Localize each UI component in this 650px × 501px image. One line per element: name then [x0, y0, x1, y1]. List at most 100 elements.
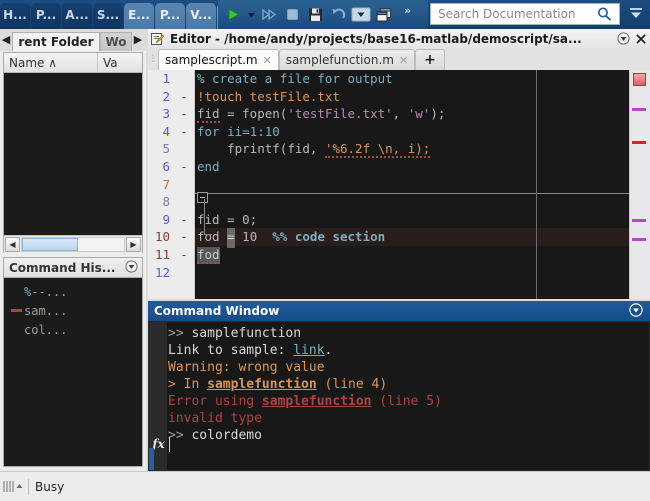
- exec-mark: [174, 70, 194, 88]
- exec-mark: -: [180, 123, 188, 139]
- exec-mark: [174, 176, 194, 194]
- editor-tab-label: samplescript.m: [165, 53, 258, 67]
- editor-tab-samplefunction[interactable]: samplefunction.m ✕: [278, 49, 416, 70]
- command-history-list[interactable]: %--... sam... col...: [3, 277, 143, 467]
- panel-tabs-scroll-left[interactable]: ◀: [0, 29, 12, 51]
- line-ref-link[interactable]: (line 4): [317, 377, 388, 392]
- warning-mark[interactable]: [632, 108, 646, 111]
- hscroll-right-button[interactable]: ▶: [126, 237, 141, 252]
- layout-button[interactable]: [373, 4, 395, 26]
- column-guide: [536, 70, 537, 299]
- editor-marker-gutter[interactable]: [629, 70, 650, 299]
- hscroll-thumb[interactable]: [22, 238, 79, 251]
- ribbon-tab-shortcuts[interactable]: S...: [93, 3, 123, 29]
- sidebar-tab-current-folder[interactable]: rent Folder: [12, 32, 100, 51]
- top-ribbon: H... P... A... S... E... P... V... » Sea…: [0, 0, 650, 29]
- hyperlink[interactable]: link: [293, 343, 324, 358]
- breakpoint-gutter[interactable]: - - - - - - -: [174, 70, 195, 299]
- editor-document-icon: [148, 32, 166, 46]
- command-history-item[interactable]: %--...: [4, 282, 142, 301]
- undo-dropdown-button[interactable]: [350, 4, 372, 26]
- code-line-5[interactable]: fprintf(fid, '%6.2f \n, i);: [195, 140, 630, 159]
- editor-tab-close-icon[interactable]: ✕: [263, 54, 272, 67]
- column-header-name[interactable]: Name ∧: [4, 53, 98, 72]
- code-line-7[interactable]: [195, 176, 630, 194]
- column-header-label: Name ∧: [9, 55, 57, 70]
- code-editor-area[interactable]: 1 2 3 4 5 6 7 8 9 10 11 12 - - - - - - -…: [148, 70, 650, 299]
- error-indicator[interactable]: [633, 73, 646, 86]
- code-token: = fopen(: [219, 106, 288, 122]
- command-history-item[interactable]: sam...: [4, 301, 142, 320]
- command-history-collapse-button[interactable]: [125, 259, 138, 276]
- search-input[interactable]: [436, 4, 596, 24]
- run-button[interactable]: [222, 4, 244, 26]
- run-dropdown-button[interactable]: [245, 4, 257, 26]
- sidebar-tab-workspace[interactable]: Wo: [100, 32, 132, 51]
- warning-mark[interactable]: [632, 238, 646, 241]
- command-history-text: %--...: [24, 284, 68, 299]
- error-mark[interactable]: [632, 141, 646, 144]
- status-text: Busy: [35, 479, 65, 494]
- keyword-token: end: [197, 158, 220, 174]
- code-line-2[interactable]: !touch testFile.txt: [195, 88, 630, 106]
- editor-tab-samplescript[interactable]: samplescript.m ✕: [158, 49, 279, 70]
- hscroll-track[interactable]: [21, 237, 125, 252]
- ribbon-tab-editor[interactable]: E...: [124, 3, 154, 29]
- line-number: 10: [154, 229, 170, 245]
- line-ref-link[interactable]: (line 5): [372, 394, 442, 409]
- ribbon-tab-home[interactable]: H...: [0, 3, 30, 29]
- code-line-3[interactable]: fid = fopen('testFile.txt', 'w');: [195, 105, 630, 124]
- stop-button[interactable]: [281, 4, 303, 26]
- command-history-text: col...: [24, 322, 68, 337]
- save-button[interactable]: [304, 4, 326, 26]
- code-fold-toggle[interactable]: [197, 192, 208, 203]
- column-header-value[interactable]: Va: [98, 53, 142, 72]
- command-history-text: sam...: [24, 303, 68, 318]
- run-and-advance-button[interactable]: [258, 4, 280, 26]
- editor-collapse-button[interactable]: [614, 32, 632, 45]
- ribbon-tab-apps[interactable]: A...: [62, 3, 92, 29]
- function-link[interactable]: samplefunction: [207, 377, 317, 392]
- ribbon-tab-plots[interactable]: P...: [31, 3, 61, 29]
- editor-tab-close-icon[interactable]: ✕: [399, 54, 408, 67]
- toolbar-overflow-label: »: [404, 4, 412, 17]
- panel-tabs-scroll-right[interactable]: ▶: [132, 29, 144, 51]
- prompt-token: >>: [168, 326, 192, 341]
- command-history-item[interactable]: col...: [4, 320, 142, 339]
- ribbon-tab-publish[interactable]: P...: [155, 3, 185, 29]
- search-icon[interactable]: [596, 6, 614, 22]
- ribbon-tab-view[interactable]: V...: [186, 3, 216, 29]
- undo-button[interactable]: [327, 4, 349, 26]
- command-window-collapse-button[interactable]: [629, 302, 643, 320]
- code-text[interactable]: % create a file for output !touch testFi…: [195, 70, 630, 299]
- ribbon-collapse-button[interactable]: [628, 6, 644, 25]
- code-line-6[interactable]: end: [195, 158, 630, 176]
- command-window-output[interactable]: >> samplefunction Link to sample: link. …: [148, 321, 650, 471]
- output-line: >> colordemo: [168, 427, 647, 444]
- current-folder-hscrollbar[interactable]: ◀ ▶: [4, 235, 142, 253]
- ribbon-tab-label: H...: [3, 8, 27, 22]
- resize-grip-icon[interactable]: [0, 481, 26, 492]
- code-line-12[interactable]: [195, 264, 630, 282]
- text-token: Error using: [168, 394, 262, 409]
- warning-mark[interactable]: [632, 219, 646, 222]
- variable-token: fid: [197, 106, 220, 124]
- code-token: fprintf(fid,: [227, 141, 325, 157]
- caret-down-icon: [247, 13, 255, 18]
- code-line-8[interactable]: %% code section: [195, 193, 630, 244]
- search-documentation-box[interactable]: [430, 3, 620, 25]
- new-tab-label: +: [424, 52, 436, 68]
- code-line-1[interactable]: % create a file for output: [195, 70, 630, 88]
- section-divider: [195, 193, 630, 195]
- function-link[interactable]: samplefunction: [262, 394, 372, 409]
- code-line-4[interactable]: for ii=1:10: [195, 123, 630, 141]
- editor-new-tab-button[interactable]: +: [415, 49, 445, 70]
- editor-close-button[interactable]: [632, 33, 650, 45]
- command-history-titlebar: Command His...: [3, 257, 143, 277]
- toolbar-overflow-button[interactable]: »: [404, 4, 411, 17]
- tab-strip-grip[interactable]: ⋮: [148, 48, 158, 70]
- current-folder-file-list[interactable]: [4, 73, 142, 235]
- editor-panel: Editor - /home/andy/projects/base16-matl…: [148, 29, 650, 299]
- hscroll-left-button[interactable]: ◀: [5, 237, 20, 252]
- code-line-11[interactable]: fod: [195, 246, 630, 264]
